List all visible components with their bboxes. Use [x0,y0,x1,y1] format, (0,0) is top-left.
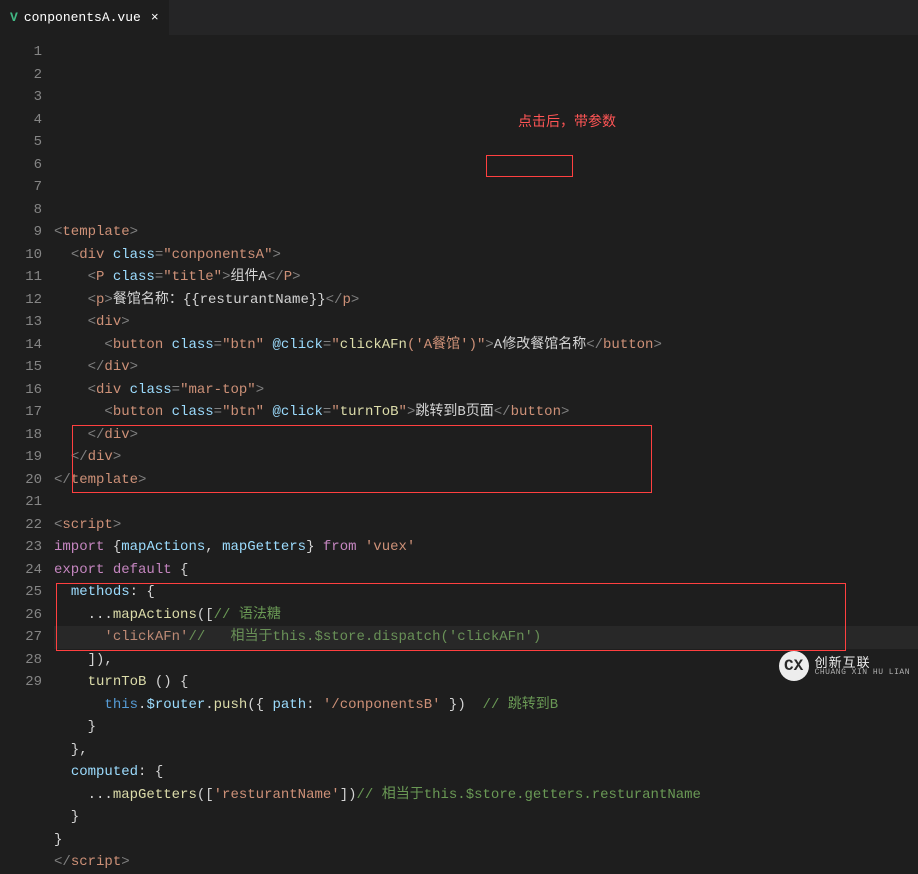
code-line: ...mapActions([// 语法糖 [54,604,918,627]
code-area[interactable]: 点击后，带参数 <template> <div class="conponent… [54,35,918,689]
code-line: </script> [54,851,918,874]
code-line: import {mapActions, mapGetters} from 'vu… [54,536,918,559]
code-line: <button class="btn" @click="clickAFn('A餐… [54,334,918,357]
tab-bar: V conponentsA.vue × [0,0,918,35]
code-line: </div> [54,446,918,469]
code-line: computed: { [54,761,918,784]
code-line: </div> [54,424,918,447]
highlight-box-arg [486,155,573,177]
tab-filename: conponentsA.vue [24,10,141,25]
code-line: } [54,829,918,852]
editor-tab[interactable]: V conponentsA.vue × [0,0,169,35]
code-line: <p>餐馆名称：{{resturantName}}</p> [54,289,918,312]
code-line: ...mapGetters(['resturantName'])// 相当于th… [54,784,918,807]
code-line: <template> [54,221,918,244]
code-line: </div> [54,356,918,379]
code-line: methods: { [54,581,918,604]
vue-icon: V [10,10,18,25]
code-line: <script> [54,514,918,537]
code-line: ]), [54,649,918,672]
code-line: <div class="mar-top"> [54,379,918,402]
code-line [54,491,918,514]
code-line: }, [54,739,918,762]
code-line: export default { [54,559,918,582]
code-editor[interactable]: 1 2 3 4 5 6 7 8 9 10 11 12 13 14 15 16 1… [0,35,918,689]
code-line: </template> [54,469,918,492]
code-line: <div class="conponentsA"> [54,244,918,267]
code-line: turnToB () { [54,671,918,694]
annotation-text: 点击后，带参数 [518,110,616,133]
code-line: <div> [54,311,918,334]
code-line: <P class="title">组件A</P> [54,266,918,289]
code-line: 'clickAFn'// 相当于this.$store.dispatch('cl… [54,626,918,649]
close-icon[interactable]: × [151,10,159,25]
code-line: this.$router.push({ path: '/conponentsB'… [54,694,918,717]
line-number-gutter: 1 2 3 4 5 6 7 8 9 10 11 12 13 14 15 16 1… [0,35,54,689]
code-line: <button class="btn" @click="turnToB">跳转到… [54,401,918,424]
code-line: } [54,716,918,739]
code-line: } [54,806,918,829]
